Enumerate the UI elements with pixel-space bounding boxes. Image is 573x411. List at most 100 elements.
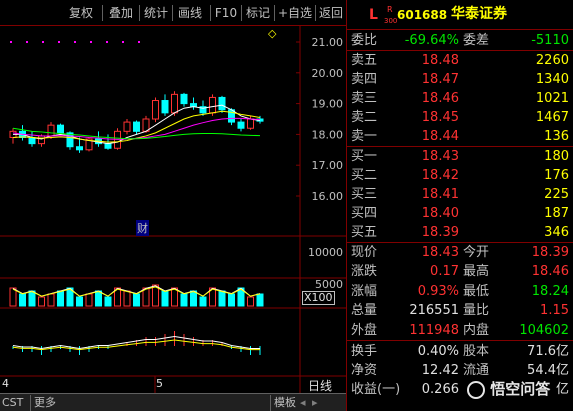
buy-row: 买三 18.41 225 bbox=[347, 185, 573, 204]
candle-body bbox=[76, 146, 83, 151]
toolbar-fuquan-button[interactable]: 复权 bbox=[64, 4, 98, 22]
candle-body bbox=[123, 121, 131, 132]
stat-row-label: 涨跌 bbox=[351, 264, 378, 280]
sell-row-value: 18.46 bbox=[421, 91, 459, 106]
toolbar-separator bbox=[102, 5, 103, 21]
volume-unit-label: X100 bbox=[302, 291, 335, 305]
weicha-value: -5110 bbox=[531, 33, 569, 48]
period-label[interactable]: 日线 bbox=[308, 377, 332, 394]
toolbar-overlay-button[interactable]: 叠加 bbox=[104, 4, 138, 22]
news-marker-icon[interactable]: 财 bbox=[136, 220, 149, 236]
sell-row-value: 18.44 bbox=[421, 129, 459, 144]
toolbar-separator bbox=[139, 5, 140, 21]
stat-row-value: 0.17 bbox=[430, 264, 459, 280]
volume-bar bbox=[180, 293, 188, 307]
stat-row-label2: 内盘 bbox=[463, 322, 490, 338]
kline-chart-area[interactable]: 21.00 20.00 19.00 18.00 17.00 16.00 10000 5000 … bbox=[0, 26, 346, 394]
buy-row-label: 买三 bbox=[351, 187, 378, 202]
tab-template[interactable]: 模板 bbox=[270, 395, 296, 411]
volume-bar bbox=[133, 293, 140, 307]
toolbar-add-watchlist-button[interactable]: +自选 bbox=[276, 4, 314, 22]
stat-row-label2: 今开 bbox=[463, 245, 490, 260]
stat-row-value2: 104602 bbox=[519, 322, 569, 338]
toolbar-stats-button[interactable]: 统计 bbox=[141, 4, 171, 22]
sell-row: 卖二 18.45 1467 bbox=[347, 108, 573, 127]
stat-row-value2: 1.15 bbox=[540, 303, 569, 319]
fund-row: 换手 0.40% 股本 71.6亿 bbox=[347, 342, 573, 361]
sell-row-value: 18.45 bbox=[421, 110, 459, 125]
fund-row-value2: 71.6亿 bbox=[527, 344, 569, 359]
toolbar-draw-button[interactable]: 画线 bbox=[174, 4, 206, 22]
sell-row-value2: 1467 bbox=[535, 110, 569, 125]
ma-marker-dot bbox=[106, 41, 108, 43]
volume-tick-label: 10000 bbox=[308, 246, 343, 259]
sell-row-label: 卖二 bbox=[351, 110, 378, 125]
sell-row: 卖三 18.46 1021 bbox=[347, 89, 573, 108]
buy-row-value2: 346 bbox=[544, 225, 569, 240]
toolbar-f10-button[interactable]: F10 bbox=[212, 4, 240, 22]
volume-bar bbox=[104, 296, 112, 307]
volume-tick-label: 5000 bbox=[315, 278, 343, 291]
diamond-icon[interactable]: ◇ bbox=[268, 27, 276, 40]
candle-body bbox=[218, 96, 226, 111]
toolbar-back-button[interactable]: 返回 bbox=[317, 4, 345, 22]
volume-bar bbox=[38, 296, 45, 307]
ma-marker-dot bbox=[74, 41, 76, 43]
stat-row-value2: 18.39 bbox=[531, 245, 569, 260]
scroll-left-icon[interactable]: ◂ bbox=[300, 395, 306, 411]
stat-row: 涨幅 0.93% 最低 18.24 bbox=[347, 282, 573, 301]
buy-row: 买四 18.40 187 bbox=[347, 204, 573, 223]
fund-row-value: 12.42 bbox=[421, 363, 459, 378]
sell-row: 卖四 18.47 1340 bbox=[347, 70, 573, 89]
ma-marker-dot bbox=[90, 41, 92, 43]
volume-bar bbox=[57, 290, 64, 307]
candle-body bbox=[57, 124, 64, 134]
price-tick-label: 16.00 bbox=[312, 190, 344, 203]
stat-row-value2: 18.24 bbox=[531, 283, 569, 299]
stat-row-value: 111948 bbox=[409, 322, 459, 338]
price-tick-label: 17.00 bbox=[312, 159, 344, 172]
weibi-value: -69.64% bbox=[404, 33, 459, 48]
candle-body bbox=[104, 143, 112, 149]
sell-row-label: 卖四 bbox=[351, 72, 378, 87]
stat-row: 涨跌 0.17 最高 18.46 bbox=[347, 262, 573, 281]
buy-row-value2: 187 bbox=[544, 206, 569, 221]
quote-panel: L R 300 601688 华泰证券 委比 -69.64% 委差 -5110 … bbox=[346, 0, 573, 411]
price-tick-label: 20.00 bbox=[312, 67, 344, 80]
scroll-right-icon[interactable]: ▸ bbox=[312, 395, 318, 411]
sell-row-label: 卖五 bbox=[351, 53, 378, 68]
tab-cst[interactable]: CST bbox=[2, 395, 23, 411]
volume-bar bbox=[218, 290, 226, 307]
buy-row: 买一 18.43 180 bbox=[347, 147, 573, 166]
sell-row-value2: 2260 bbox=[535, 53, 569, 68]
stat-row-label: 总量 bbox=[351, 303, 378, 319]
volume-bar bbox=[47, 293, 55, 307]
buy-row-label: 买五 bbox=[351, 225, 378, 240]
stat-row: 总量 216551 量比 1.15 bbox=[347, 301, 573, 320]
volume-bar bbox=[76, 296, 83, 307]
volume-bar bbox=[228, 293, 235, 307]
toolbar-mark-button[interactable]: 标记 bbox=[243, 4, 273, 22]
stat-row-value: 18.43 bbox=[421, 245, 459, 260]
fund-row-value: 0.40% bbox=[417, 344, 459, 359]
sell-row-label: 卖三 bbox=[351, 91, 378, 106]
watermark: 悟空问答 bbox=[467, 378, 550, 399]
buy-row-value2: 225 bbox=[544, 187, 569, 202]
sell-row: 卖一 18.44 136 bbox=[347, 127, 573, 146]
stock-header: L R 300 601688 华泰证券 bbox=[347, 4, 573, 28]
tab-more[interactable]: 更多 bbox=[30, 395, 56, 411]
buy-row-value: 18.43 bbox=[421, 149, 459, 164]
logo-icon: L bbox=[369, 7, 378, 23]
candle-body bbox=[133, 121, 140, 132]
volume-bar bbox=[256, 293, 264, 307]
month-label-4: 4 bbox=[2, 377, 9, 390]
candle-body bbox=[180, 93, 188, 105]
stat-row-label2: 量比 bbox=[463, 303, 490, 319]
buy-row: 买五 18.39 346 bbox=[347, 223, 573, 242]
volume-bar bbox=[95, 290, 102, 307]
candle-body bbox=[237, 121, 245, 129]
stat-row-label2: 最低 bbox=[463, 283, 490, 299]
candle-body bbox=[247, 118, 254, 129]
toolbar-separator bbox=[172, 5, 173, 21]
ma-marker-dot bbox=[122, 41, 124, 43]
